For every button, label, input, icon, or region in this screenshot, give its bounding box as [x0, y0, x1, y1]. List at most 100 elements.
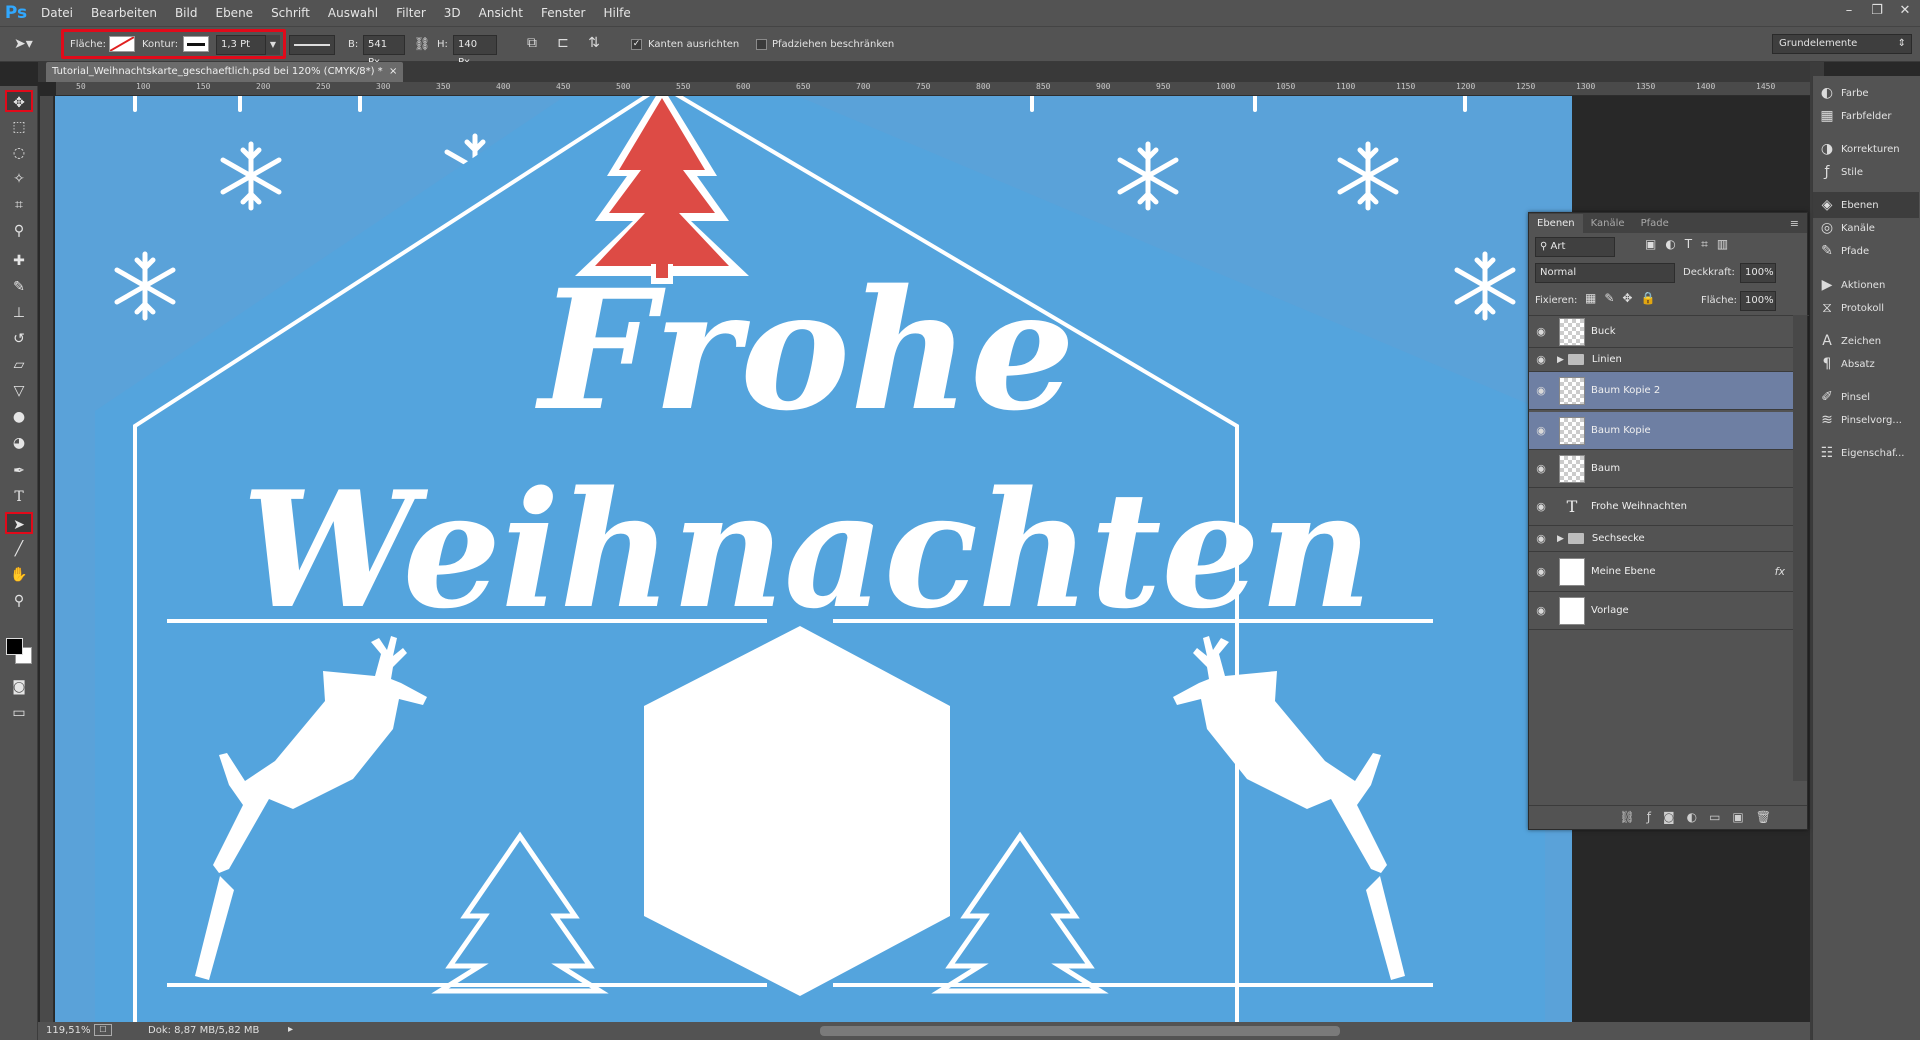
document-canvas[interactable]: Frohe Weihnachten [55, 96, 1572, 1022]
menu-ebene[interactable]: Ebene [206, 0, 262, 26]
layer-row[interactable]: ◉ T Frohe Weihnachten [1529, 488, 1793, 526]
history-brush-tool-icon[interactable]: ↺ [5, 328, 33, 350]
restore-button[interactable]: ❐ [1868, 2, 1886, 20]
layer-row[interactable]: ◉ Meine Ebene fx [1529, 552, 1793, 592]
path-selection-preset-icon[interactable]: ➤▾ [14, 33, 44, 55]
clone-stamp-tool-icon[interactable]: ⊥ [5, 302, 33, 324]
dock-item-protokoll[interactable]: ⧖ Protokoll [1813, 295, 1919, 321]
stroke-width-field[interactable]: 1,3 Pt [216, 35, 266, 55]
layer-row[interactable]: ◉ Baum [1529, 450, 1793, 488]
height-field[interactable]: 140 Px [453, 35, 497, 68]
layer-filter-dropdown[interactable]: ⚲ Art [1535, 237, 1615, 257]
menu-bild[interactable]: Bild [166, 0, 207, 26]
hand-tool-icon[interactable]: ✋ [5, 564, 33, 586]
layer-filter-icons[interactable]: ▣◐T⌗▥ [1645, 237, 1737, 252]
menu-hilfe[interactable]: Hilfe [594, 0, 639, 26]
layer-row[interactable]: ◉ ▶ Sechsecke [1529, 526, 1793, 552]
layer-row[interactable]: ◉ Buck [1529, 316, 1793, 348]
close-tab-icon[interactable]: × [389, 66, 397, 77]
blend-mode-dropdown[interactable]: Normal [1535, 263, 1675, 283]
path-arrangement-icon[interactable]: ⇅ [584, 35, 604, 55]
pen-tool-icon[interactable]: ✒ [5, 460, 33, 482]
stroke-type-dropdown[interactable] [289, 35, 335, 55]
stroke-width-dropdown-icon[interactable]: ▼ [266, 35, 280, 55]
close-button[interactable]: ✕ [1896, 2, 1914, 20]
layer-row[interactable]: ◉ Baum Kopie 2 [1529, 372, 1793, 410]
menu-3d[interactable]: 3D [435, 0, 470, 26]
lock-icons[interactable]: ▦✎✥🔒 [1585, 291, 1663, 305]
panel-menu-icon[interactable]: ≡ [1782, 214, 1807, 233]
menu-schrift[interactable]: Schrift [262, 0, 319, 26]
type-tool-icon[interactable]: T [5, 486, 33, 508]
tab-pfade[interactable]: Pfade [1633, 214, 1677, 233]
width-field[interactable]: 541 Px [363, 35, 405, 68]
dock-item-farbfelder[interactable]: ▦ Farbfelder [1813, 103, 1919, 129]
status-menu-arrow-icon[interactable]: ▸ [288, 1024, 293, 1035]
align-edges-checkbox[interactable]: ✓ [631, 39, 642, 50]
crop-tool-icon[interactable]: ⌗ [5, 194, 33, 216]
document-tab[interactable]: Tutorial_Weihnachtskarte_geschaeftlich.p… [46, 62, 404, 82]
paint-bucket-tool-icon[interactable]: ▽ [5, 380, 33, 402]
quick-mask-icon[interactable]: ◙ [5, 676, 33, 698]
foreground-color-swatch[interactable] [6, 638, 23, 655]
visibility-eye-icon[interactable]: ◉ [1529, 565, 1553, 578]
minimize-button[interactable]: – [1840, 2, 1858, 20]
dock-item-pinselvorg[interactable]: ≋ Pinselvorg... [1813, 407, 1919, 433]
blur-tool-icon[interactable]: ● [5, 406, 33, 428]
lasso-tool-icon[interactable]: ◌ [5, 142, 33, 164]
dock-item-eigenschaf[interactable]: ☷ Eigenschaf... [1813, 440, 1919, 466]
eraser-tool-icon[interactable]: ▱ [5, 354, 33, 376]
visibility-eye-icon[interactable]: ◉ [1529, 424, 1553, 437]
dodge-tool-icon[interactable]: ◕ [5, 432, 33, 454]
dock-item-absatz[interactable]: ¶ Absatz [1813, 351, 1919, 377]
horizontal-scrollbar[interactable] [820, 1026, 1340, 1036]
menu-bar: Ps Datei Bearbeiten Bild Ebene Schrift Auswah… [0, 0, 1920, 26]
workspace-dropdown[interactable]: Grundelemente ⇕ [1772, 34, 1912, 54]
layer-row[interactable]: ◉ Vorlage [1529, 592, 1793, 630]
visibility-eye-icon[interactable]: ◉ [1529, 325, 1553, 338]
zoom-readout[interactable]: 119,51% [46, 1025, 91, 1036]
menu-auswahl[interactable]: Auswahl [319, 0, 387, 26]
layer-effects-icon[interactable]: fx [1775, 565, 1785, 578]
brush-tool-icon[interactable]: ✎ [5, 276, 33, 298]
stroke-swatch[interactable] [183, 36, 209, 52]
visibility-eye-icon[interactable]: ◉ [1529, 462, 1553, 475]
expand-arrow-icon[interactable]: ▶ [1557, 355, 1564, 365]
link-dimensions-icon[interactable]: ⛓ [412, 35, 432, 55]
tab-kanaele[interactable]: Kanäle [1583, 214, 1633, 233]
visibility-eye-icon[interactable]: ◉ [1529, 353, 1553, 366]
layers-footer-icons[interactable]: ⛓ƒ◙◐▭▣🗑 [1529, 805, 1807, 829]
dock-item-pfade[interactable]: ✎ Pfade [1813, 238, 1919, 264]
visibility-eye-icon[interactable]: ◉ [1529, 500, 1553, 513]
opacity-field[interactable]: 100% [1740, 263, 1776, 283]
visibility-eye-icon[interactable]: ◉ [1529, 532, 1553, 545]
status-info-icon[interactable]: ☐ [94, 1024, 112, 1036]
eyedropper-tool-icon[interactable]: ⚲ [5, 220, 33, 242]
menu-fenster[interactable]: Fenster [532, 0, 595, 26]
layer-row[interactable]: ◉ Baum Kopie [1529, 412, 1793, 450]
layer-row[interactable]: ◉ ▶ Linien [1529, 348, 1793, 372]
healing-brush-tool-icon[interactable]: ✚ [5, 250, 33, 272]
layers-scrollbar[interactable] [1793, 315, 1807, 781]
menu-bearbeiten[interactable]: Bearbeiten [82, 0, 166, 26]
path-operations-icon[interactable]: ⧉ [522, 35, 542, 55]
visibility-eye-icon[interactable]: ◉ [1529, 604, 1553, 617]
path-selection-tool-icon[interactable]: ➤ [5, 512, 33, 534]
menu-datei[interactable]: Datei [32, 0, 82, 26]
menu-filter[interactable]: Filter [387, 0, 435, 26]
fill-percent-field[interactable]: 100% [1740, 291, 1776, 311]
quick-selection-tool-icon[interactable]: ✧ [5, 168, 33, 190]
constrain-path-checkbox[interactable] [756, 39, 767, 50]
tab-ebenen[interactable]: Ebenen [1529, 214, 1583, 233]
menu-ansicht[interactable]: Ansicht [470, 0, 532, 26]
visibility-eye-icon[interactable]: ◉ [1529, 384, 1553, 397]
fill-swatch[interactable] [109, 36, 135, 52]
line-tool-icon[interactable]: ╱ [5, 538, 33, 560]
path-alignment-icon[interactable]: ⊏ [553, 35, 573, 55]
expand-arrow-icon[interactable]: ▶ [1557, 534, 1564, 544]
marquee-tool-icon[interactable]: ⬚ [5, 116, 33, 138]
screen-mode-icon[interactable]: ▭ [5, 702, 33, 724]
zoom-tool-icon[interactable]: ⚲ [5, 590, 33, 612]
move-tool-icon[interactable]: ✥ [5, 90, 33, 112]
dock-item-stile[interactable]: ƒ Stile [1813, 159, 1919, 185]
